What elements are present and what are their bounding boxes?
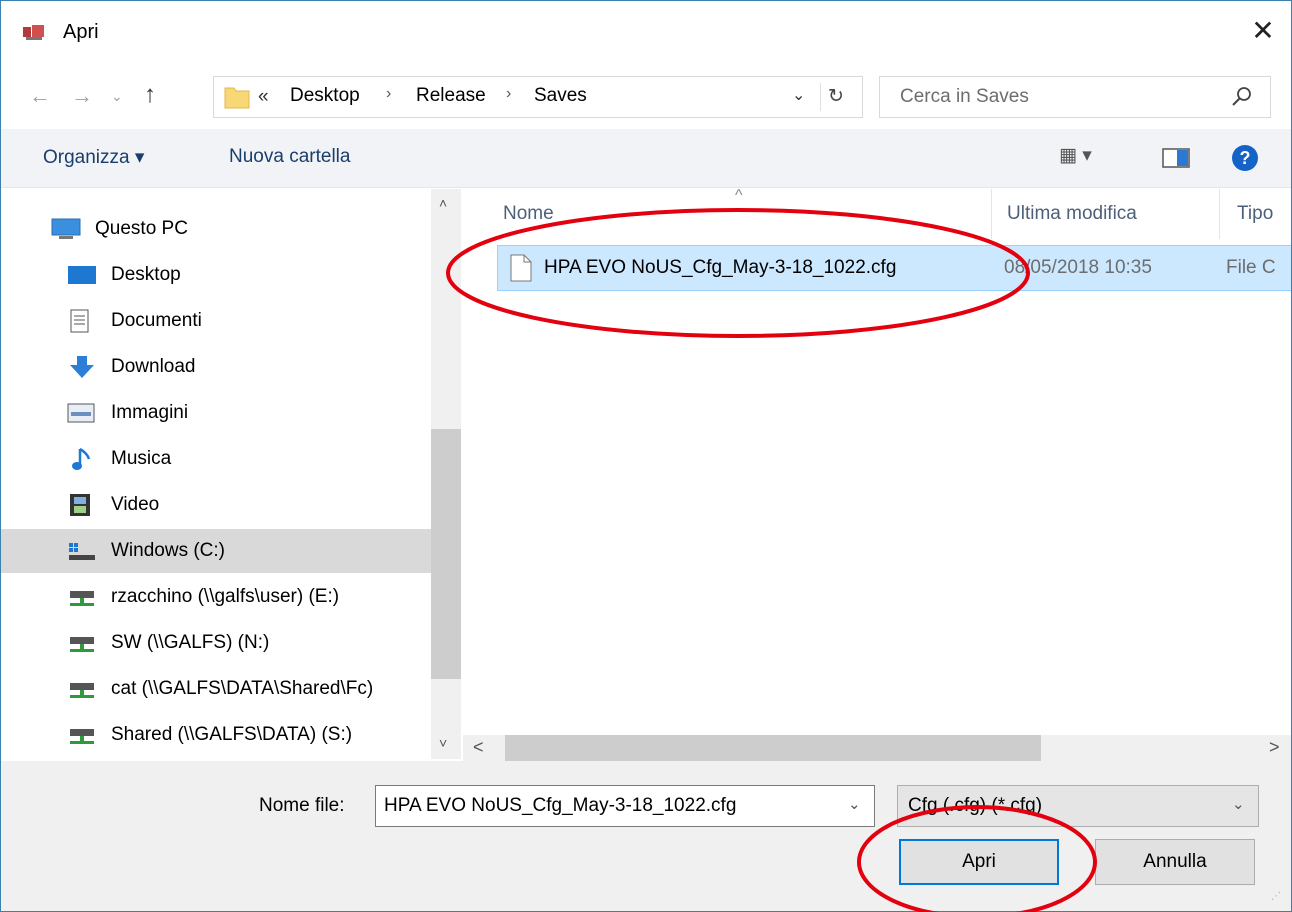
app-icon xyxy=(23,25,44,40)
window-title: Apri xyxy=(63,21,99,43)
open-file-dialog: Apri ✕ ← → ⌄ ↑ « Desktop › Release › Sav… xyxy=(0,0,1292,912)
sidebar-item-cat[interactable]: cat (\\GALFS\DATA\Shared\Fc) xyxy=(1,667,431,711)
sidebar-item-sw-n[interactable]: SW (\\GALFS) (N:) xyxy=(1,621,431,665)
new-folder-button[interactable]: Nuova cartella xyxy=(229,146,350,168)
column-header-modified[interactable]: Ultima modifica xyxy=(1007,203,1137,225)
sidebar-item-label: Documenti xyxy=(111,310,202,331)
change-view-button[interactable]: ▦ ▾ xyxy=(1059,144,1129,172)
breadcrumb-overflow[interactable]: « xyxy=(258,86,269,108)
column-divider[interactable] xyxy=(1219,189,1220,239)
computer-icon xyxy=(51,218,81,239)
close-button[interactable]: ✕ xyxy=(1243,11,1283,51)
windows-drive-icon xyxy=(69,543,95,560)
filename-value[interactable]: HPA EVO NoUS_Cfg_May-3-18_1022.cfg xyxy=(384,795,736,817)
file-modified-date: 08/05/2018 10:35 xyxy=(1004,257,1152,278)
address-dropdown-icon[interactable]: ⌄ xyxy=(792,85,805,105)
sidebar-item-label: Desktop xyxy=(111,264,181,285)
open-button[interactable]: Apri xyxy=(899,839,1059,885)
sidebar-item-label: Video xyxy=(111,494,160,515)
filter-value: Cfg (.cfg) (*.cfg) xyxy=(908,795,1043,816)
navigation-pane: Questo PC Desktop Documenti Download Imm… xyxy=(1,189,431,759)
refresh-button[interactable]: ↻ xyxy=(820,83,851,111)
file-icon xyxy=(510,254,532,282)
sidebar-item-label: Download xyxy=(111,356,196,377)
horizontal-scrollbar[interactable]: < > xyxy=(463,735,1291,761)
filename-label: Nome file: xyxy=(259,795,345,816)
cancel-button[interactable]: Annulla xyxy=(1095,839,1255,885)
recent-locations-button[interactable]: ⌄ xyxy=(111,79,131,113)
sidebar-item-rzacchino-e[interactable]: rzacchino (\\galfs\user) (E:) xyxy=(1,575,431,619)
download-icon xyxy=(70,356,94,378)
search-icon[interactable] xyxy=(1230,85,1254,109)
sidebar-item-label: Questo PC xyxy=(95,218,188,239)
search-input[interactable]: Cerca in Saves xyxy=(879,76,1271,118)
scroll-up-button[interactable]: ˄ xyxy=(439,195,447,211)
sidebar-item-label: Immagini xyxy=(111,402,189,423)
preview-pane-icon[interactable] xyxy=(1161,143,1191,171)
sidebar-item-label: cat (\\GALFS\DATA\Shared\Fc) xyxy=(111,678,374,699)
search-placeholder: Cerca in Saves xyxy=(900,86,1029,107)
file-list: ^ Nome Ultima modifica Tipo HPA EVO NoUS… xyxy=(463,189,1291,735)
pictures-icon xyxy=(67,403,95,423)
sidebar-item-label: Windows (C:) xyxy=(111,540,226,561)
sidebar-item-shared-s[interactable]: Shared (\\GALFS\DATA) (S:) xyxy=(1,713,431,757)
network-drive-icon xyxy=(70,591,94,606)
back-button[interactable]: ← xyxy=(29,79,57,113)
network-drive-icon xyxy=(70,637,94,652)
breadcrumb-desktop[interactable]: Desktop xyxy=(290,85,360,107)
chevron-down-icon[interactable]: ⌄ xyxy=(848,795,861,813)
address-bar[interactable]: « Desktop › Release › Saves ⌄ ↻ xyxy=(213,76,863,118)
title-bar: Apri ✕ xyxy=(1,1,1291,63)
network-drive-icon xyxy=(70,729,94,744)
sidebar-item-label: Musica xyxy=(111,448,172,469)
scroll-down-button[interactable]: ˅ xyxy=(439,735,447,751)
sidebar-item-questo-pc[interactable]: Questo PC xyxy=(1,207,431,251)
sidebar-item-windows-c[interactable]: Windows (C:) xyxy=(1,529,431,573)
organize-button[interactable]: Organizza ▾ xyxy=(43,146,144,169)
breadcrumb-release[interactable]: Release xyxy=(416,85,486,107)
dialog-footer: Nome file: HPA EVO NoUS_Cfg_May-3-18_102… xyxy=(1,761,1291,911)
resize-grip-icon[interactable]: ⋰ xyxy=(1271,891,1281,902)
scroll-right-button[interactable]: > xyxy=(1269,737,1280,758)
sidebar-item-musica[interactable]: Musica xyxy=(1,437,431,481)
column-header-type[interactable]: Tipo xyxy=(1237,203,1273,225)
navigation-scrollbar[interactable]: ˄ ˅ xyxy=(431,189,461,759)
documents-icon xyxy=(70,309,89,333)
music-icon xyxy=(72,447,91,470)
breadcrumb-separator[interactable]: › xyxy=(386,85,391,103)
file-name: HPA EVO NoUS_Cfg_May-3-18_1022.cfg xyxy=(544,257,897,278)
sidebar-item-label: SW (\\GALFS) (N:) xyxy=(111,632,270,653)
sidebar-item-video[interactable]: Video xyxy=(1,483,431,527)
table-row[interactable]: HPA EVO NoUS_Cfg_May-3-18_1022.cfg 08/05… xyxy=(497,245,1291,291)
column-divider[interactable] xyxy=(991,189,992,239)
column-header-name[interactable]: Nome xyxy=(503,203,554,225)
sidebar-item-immagini[interactable]: Immagini xyxy=(1,391,431,435)
sidebar-item-desktop[interactable]: Desktop xyxy=(1,253,431,297)
folder-icon xyxy=(224,87,250,109)
chevron-down-icon[interactable]: ⌄ xyxy=(1232,795,1245,813)
scroll-left-button[interactable]: < xyxy=(473,737,484,758)
command-toolbar: Organizza ▾ Nuova cartella ▦ ▾ ? xyxy=(1,129,1291,188)
breadcrumb-separator[interactable]: › xyxy=(506,85,511,103)
desktop-icon xyxy=(68,266,96,284)
scrollbar-thumb[interactable] xyxy=(431,429,461,679)
file-type-filter-select[interactable]: Cfg (.cfg) (*.cfg) ⌄ xyxy=(897,785,1259,827)
forward-button[interactable]: → xyxy=(71,79,99,113)
breadcrumb-saves[interactable]: Saves xyxy=(534,85,587,107)
scrollbar-thumb[interactable] xyxy=(505,735,1041,761)
video-icon xyxy=(70,494,90,516)
filename-input[interactable]: HPA EVO NoUS_Cfg_May-3-18_1022.cfg ⌄ xyxy=(375,785,875,827)
sidebar-item-download[interactable]: Download xyxy=(1,345,431,389)
up-button[interactable]: ↑ xyxy=(144,77,174,113)
sidebar-item-label: Shared (\\GALFS\DATA) (S:) xyxy=(111,724,353,745)
sidebar-item-label: rzacchino (\\galfs\user) (E:) xyxy=(111,586,340,607)
sort-indicator-icon: ^ xyxy=(735,189,743,204)
network-drive-icon xyxy=(70,683,94,698)
file-type: File C xyxy=(1226,257,1276,278)
help-icon[interactable]: ? xyxy=(1232,145,1258,171)
sidebar-item-documenti[interactable]: Documenti xyxy=(1,299,431,343)
